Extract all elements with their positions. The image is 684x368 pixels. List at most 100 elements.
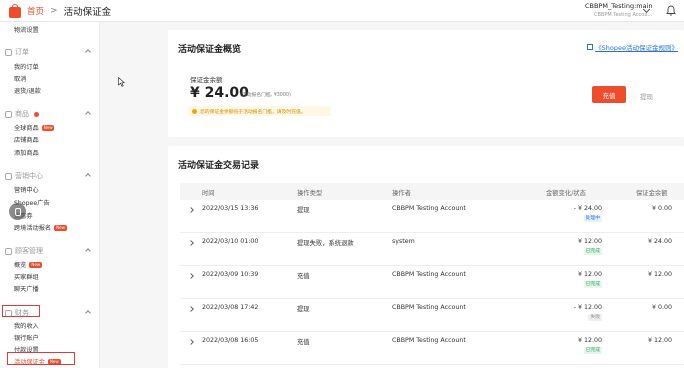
sidebar-item-buyer-groups[interactable]: 买家群组 (14, 272, 39, 281)
deposit-overview-card: 活动保证金概览 《Shopee活动保证金规则》 保证金余额 ¥ 24.00 (活… (168, 30, 684, 137)
status-badge: 已完成 (583, 248, 602, 255)
sidebar-item-logistics-settings[interactable]: 物流设置 (14, 25, 39, 34)
row-balance: ¥ 0.00 (651, 304, 672, 311)
low-balance-warning: 您的保证金余额低于活动报名门槛，请及时充值。 (188, 106, 331, 116)
new-badge: New (41, 125, 55, 131)
transactions-title: 活动保证金交易记录 (178, 161, 260, 171)
sidebar-section-products[interactable]: 商品 (5, 109, 39, 119)
row-balance: ¥ 24.00 (647, 238, 672, 245)
balance-label: 保证金余额 (190, 76, 223, 84)
sidebar-item-shop-products[interactable]: 店铺商品 (14, 135, 39, 144)
table-header: 时间 操作类型 操作者 金额变化/状态 保证金余额 (180, 183, 684, 200)
status-badge: 已完成 (583, 347, 602, 354)
sidebar-item-chat-broadcast[interactable]: 聊天广播 (14, 284, 39, 293)
deposit-rules-link[interactable]: 《Shopee活动保证金规则》 (587, 42, 678, 52)
highlight-box-finance (2, 305, 40, 317)
marketing-icon (5, 172, 12, 180)
row-time: 2022/03/15 13:36 (202, 205, 259, 212)
column-header-balance: 保证金余额 (636, 190, 668, 197)
row-amount: - ¥ 12.00 (573, 304, 602, 311)
column-header-time: 时间 (202, 190, 215, 197)
shop-account: CBBPM Testing Accou... (594, 12, 653, 18)
table-row[interactable]: 2022/03/15 13:36 提现 CBBPM Testing Accoun… (180, 200, 684, 233)
row-type: 提现 (297, 306, 310, 313)
withdraw-button[interactable]: 提现 (640, 91, 653, 101)
column-header-operator: 操作者 (392, 190, 411, 197)
recharge-button[interactable]: 充值 (592, 86, 626, 103)
order-icon (5, 48, 12, 56)
row-operator: CBBPM Testing Account (392, 271, 466, 278)
new-badge: New (54, 225, 67, 231)
top-bar: 首页 > 活动保证金 CBBPM_Testing:main CBBPM Test… (0, 0, 684, 22)
customer-icon (5, 247, 12, 255)
new-badge: New (29, 262, 43, 268)
row-balance: ¥ 0.00 (651, 205, 672, 212)
row-type: 提现 (297, 207, 310, 214)
table-row[interactable]: 2022/03/10 01:00 提现失败，系统退款 system ¥ 12.0… (180, 233, 684, 266)
row-operator: CBBPM Testing Account (392, 304, 466, 311)
page-title: 活动保证金 (63, 6, 112, 18)
product-icon (5, 110, 12, 118)
table-row[interactable]: 2022/03/09 10:39 充值 CBBPM Testing Accoun… (180, 266, 684, 299)
row-type: 充值 (297, 273, 310, 280)
sidebar-item-cross-border-campaigns[interactable]: 跨境活动报名 New (14, 223, 67, 232)
sidebar-item-add-product[interactable]: 添加商品 (14, 148, 39, 157)
sidebar-item-marketing-center[interactable]: 营销中心 (14, 185, 39, 194)
overview-title: 活动保证金概览 (178, 45, 242, 55)
notification-dot (34, 111, 39, 117)
breadcrumb-home-link[interactable]: 首页 (27, 5, 44, 17)
expand-chevron-icon[interactable] (188, 306, 194, 312)
row-operator: system (392, 238, 415, 245)
row-time: 2022/03/10 01:00 (202, 238, 259, 245)
touch-cursor-icon (9, 203, 26, 220)
row-amount: ¥ 12.00 (577, 337, 602, 344)
breadcrumb-separator: > (50, 5, 58, 16)
sidebar-item-my-income[interactable]: 我的收入 (14, 321, 39, 330)
sidebar-item-cancel[interactable]: 取消 (14, 74, 26, 83)
chevron-up-icon[interactable] (85, 49, 91, 55)
expand-chevron-icon[interactable] (188, 207, 194, 213)
sidebar-item-returns[interactable]: 退货/退款 (14, 86, 41, 95)
warning-icon (192, 108, 197, 114)
column-header-type: 操作类型 (297, 190, 323, 197)
row-time: 2022/03/09 10:39 (202, 271, 259, 278)
row-time: 2022/03/08 16:05 (202, 337, 259, 344)
balance-threshold-note: (活动报名门槛, ¥3000) (240, 93, 291, 98)
highlight-box-campaign-deposit (7, 352, 75, 365)
sidebar-item-bank-account[interactable]: 银行账户 (14, 333, 39, 342)
chevron-up-icon[interactable] (85, 248, 91, 254)
mouse-pointer-icon (118, 77, 125, 87)
chevron-up-icon[interactable] (85, 310, 91, 316)
shopee-logo-icon[interactable] (8, 3, 22, 18)
expand-chevron-icon[interactable] (188, 240, 194, 246)
table-row[interactable]: 2022/03/08 17:42 提现 CBBPM Testing Accoun… (180, 299, 684, 332)
shop-switcher[interactable]: CBBPM_Testing:main CBBPM Testing Accou..… (585, 2, 653, 20)
chevron-up-icon[interactable] (85, 111, 91, 117)
row-type: 提现失败，系统退款 (297, 240, 354, 247)
row-operator: CBBPM Testing Account (392, 337, 466, 344)
row-balance: ¥ 12.00 (647, 337, 672, 344)
sidebar-section-customers[interactable]: 顾客管理 (5, 246, 43, 256)
sidebar-section-marketing[interactable]: 营销中心 (5, 171, 43, 181)
status-badge: 处理中 (583, 215, 602, 222)
row-type: 充值 (297, 339, 310, 346)
table-row[interactable]: 2022/03/08 16:05 充值 CBBPM Testing Accoun… (180, 332, 684, 365)
expand-chevron-icon[interactable] (188, 339, 194, 345)
row-operator: CBBPM Testing Account (392, 205, 466, 212)
bell-icon[interactable] (666, 5, 676, 16)
status-badge: 失败 (588, 314, 602, 321)
row-balance: ¥ 12.00 (647, 271, 672, 278)
chevron-up-icon[interactable] (85, 173, 91, 179)
external-link-icon (587, 44, 594, 50)
sidebar-item-overview[interactable]: 概览 New (14, 260, 43, 269)
row-amount: ¥ 12.00 (577, 271, 602, 278)
row-time: 2022/03/08 17:42 (202, 304, 259, 311)
sidebar-item-global-products[interactable]: 全球商品 New (14, 123, 55, 132)
sidebar-item-my-orders[interactable]: 我的订单 (14, 62, 39, 71)
row-amount: - ¥ 24.00 (573, 205, 602, 212)
row-amount: ¥ 12.00 (577, 238, 602, 245)
transactions-card: 活动保证金交易记录 时间 操作类型 操作者 金额变化/状态 保证金余额 2022… (168, 146, 684, 368)
status-badge: 已完成 (583, 281, 602, 288)
sidebar-section-orders[interactable]: 订单 (5, 47, 29, 57)
expand-chevron-icon[interactable] (188, 273, 194, 279)
